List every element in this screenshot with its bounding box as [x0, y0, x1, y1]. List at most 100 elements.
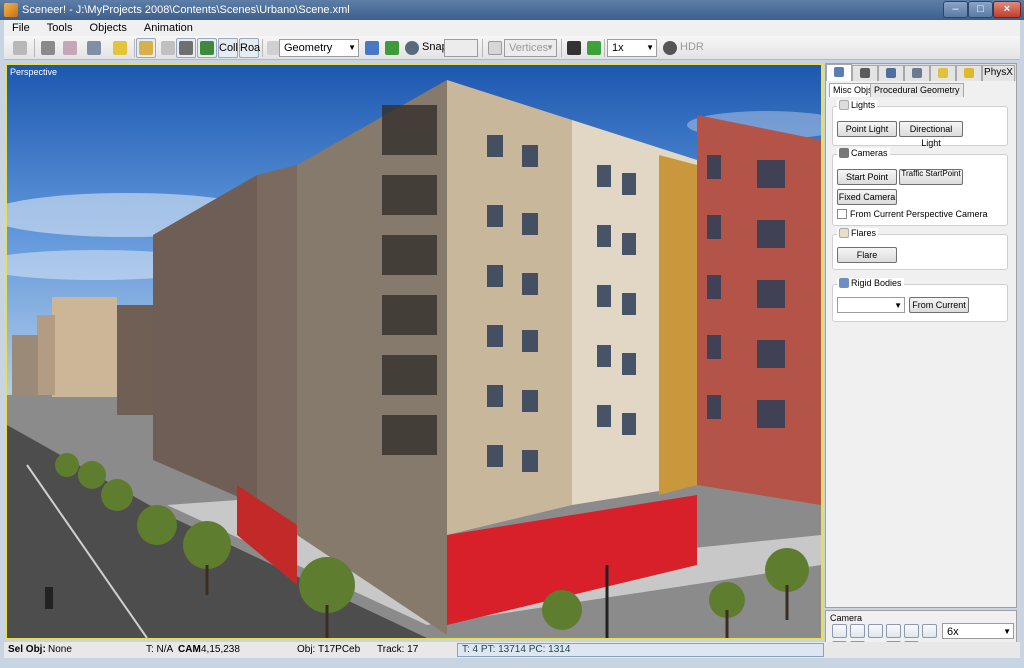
hierarchy-icon — [87, 41, 101, 55]
pointer-button[interactable] — [362, 38, 382, 58]
camera-zoom-select[interactable]: 6x ▼ — [942, 623, 1014, 639]
chevron-down-icon: ▼ — [1003, 627, 1011, 636]
title-bar: Sceneer! - J:\MyProjects 2008\Contents\S… — [0, 0, 1024, 20]
tab-roads[interactable] — [878, 65, 904, 81]
stats-box: T: 4 PT: 13714 PC: 1314 — [457, 643, 824, 657]
refresh-button[interactable] — [584, 38, 604, 58]
vertices-toggle[interactable] — [485, 38, 505, 58]
camera-icon — [839, 148, 849, 158]
rigid-bodies-title: Rigid Bodies — [851, 278, 902, 288]
chevron-down-icon: ▼ — [546, 43, 554, 52]
fixed-camera-button[interactable]: Fixed Camera — [837, 189, 897, 205]
tab-physx[interactable]: PhysX — [982, 65, 1015, 81]
chevron-down-icon: ▼ — [646, 43, 654, 52]
hdr-label: HDR — [680, 41, 704, 53]
traffic-start-point-button[interactable]: Traffic StartPoint — [899, 169, 963, 185]
vertices-select[interactable]: Vertices ▼ — [504, 39, 557, 57]
flare-button[interactable]: Flare — [837, 247, 897, 263]
rotate-button[interactable] — [402, 38, 422, 58]
menu-tools[interactable]: Tools — [39, 20, 79, 34]
tab-hierarchy[interactable] — [904, 65, 930, 81]
road-icon — [886, 68, 896, 78]
view-icon[interactable] — [922, 624, 937, 638]
app-window: Sceneer! - J:\MyProjects 2008\Contents\S… — [0, 0, 1024, 668]
viewport-label: Perspective — [10, 67, 58, 77]
select-object-button[interactable] — [38, 38, 58, 58]
zoom-icon[interactable] — [886, 624, 901, 638]
mask-icon — [964, 68, 974, 78]
app-icon — [4, 3, 18, 17]
lights-icon — [839, 100, 849, 110]
objects-icon — [860, 68, 870, 78]
menu-animation[interactable]: Animation — [136, 20, 199, 34]
cameras-group: Cameras Start Point Traffic StartPoint F… — [832, 148, 1008, 226]
snap-input[interactable] — [444, 39, 478, 57]
maximize-button[interactable]: □ — [968, 1, 993, 18]
roa-button[interactable]: Roa — [239, 38, 260, 58]
obj-value: Obj: T17PCeb — [297, 644, 361, 655]
t-value: T: N/A — [146, 644, 174, 655]
tab-select[interactable] — [826, 64, 852, 81]
pan-icon[interactable] — [832, 624, 847, 638]
tree-button[interactable] — [197, 38, 217, 58]
pointer-icon — [365, 41, 379, 55]
cam-value: 4,15,238 — [201, 644, 240, 655]
rigid-bodies-group: Rigid Bodies ▼ From Current — [832, 278, 1008, 322]
texture-button[interactable] — [60, 38, 80, 58]
from-perspective-checkbox[interactable]: From Current Perspective Camera — [837, 209, 988, 219]
scene-render — [7, 65, 821, 638]
frame-icon[interactable] — [904, 624, 919, 638]
object-icon — [41, 41, 55, 55]
flare-icon — [839, 228, 849, 238]
close-button[interactable]: × — [993, 1, 1021, 18]
hdr-icon — [663, 41, 677, 55]
tab-lights[interactable] — [930, 65, 956, 81]
terrain-icon[interactable] — [868, 624, 883, 638]
tab-masks[interactable] — [956, 65, 982, 81]
track-value: Track: 17 — [377, 644, 419, 655]
rigid-bodies-select[interactable]: ▼ — [837, 297, 905, 313]
lights-group: Lights Point Light Directional Light — [832, 100, 1008, 148]
perspective-viewport[interactable]: Perspective — [5, 63, 823, 640]
camera-panel-title: Camera — [830, 613, 863, 623]
panel-top-tabs: PhysX — [826, 64, 1016, 81]
minimize-button[interactable]: – — [943, 1, 968, 18]
sel-obj-value: None — [48, 644, 72, 655]
tab-objects[interactable] — [852, 65, 878, 81]
cam-label: CAM — [178, 644, 201, 655]
hammer-button[interactable] — [176, 38, 196, 58]
flares-title: Flares — [851, 228, 877, 238]
particles-button[interactable] — [158, 38, 178, 58]
coll-button[interactable]: Coll — [218, 38, 238, 58]
cameras-title: Cameras — [851, 148, 888, 158]
hierarchy-button[interactable] — [82, 38, 106, 58]
flares-group: Flares Flare — [832, 228, 1008, 270]
panel-subtabs: Misc Objs Procedural Geometry — [829, 83, 1015, 97]
sun-button[interactable] — [136, 38, 156, 58]
speed-select[interactable]: 1x ▼ — [607, 39, 657, 57]
mode-select[interactable]: Geometry ▼ — [279, 39, 359, 57]
rotate-icon — [405, 41, 419, 55]
directional-light-button[interactable]: Directional Light — [899, 121, 963, 148]
mask-button[interactable] — [108, 38, 132, 58]
from-current-button[interactable]: From Current — [909, 297, 969, 313]
from-perspective-label: From Current Perspective Camera — [850, 209, 988, 219]
tab-procedural-geometry[interactable]: Procedural Geometry — [870, 83, 964, 97]
start-point-button[interactable]: Start Point — [837, 169, 897, 185]
cursor-icon — [834, 67, 844, 77]
refresh-icon — [587, 41, 601, 55]
main-toolbar: Coll Roa Geometry ▼ Snap Vertices ▼ 1x ▼ HD… — [4, 36, 1020, 60]
undo-button[interactable] — [10, 38, 30, 58]
chevron-down-icon: ▼ — [348, 43, 356, 52]
menu-file[interactable]: File — [4, 20, 36, 34]
eye-icon[interactable] — [850, 624, 865, 638]
hdr-button[interactable] — [660, 38, 680, 58]
texture-icon — [63, 41, 77, 55]
point-light-button[interactable]: Point Light — [837, 121, 897, 137]
sel-obj-label: Sel Obj: — [8, 644, 46, 655]
move-button[interactable] — [382, 38, 402, 58]
render-button[interactable] — [564, 38, 584, 58]
menu-bar: File Tools Objects Animation — [4, 20, 1020, 36]
menu-objects[interactable]: Objects — [82, 20, 133, 34]
checkbox-icon — [488, 41, 502, 55]
